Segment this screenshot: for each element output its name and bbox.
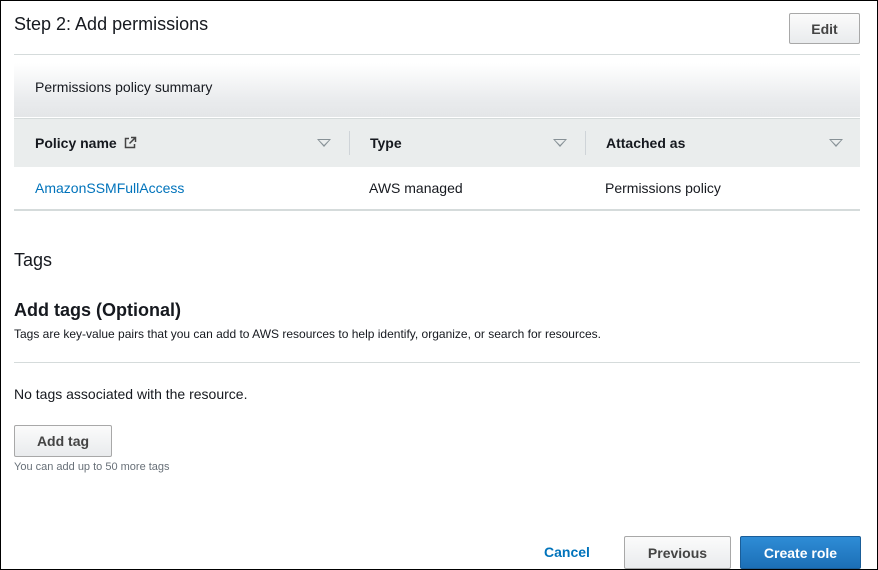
sort-caret-down-icon[interactable] bbox=[829, 139, 843, 147]
permissions-table-header: Policy name Type Attached as bbox=[14, 118, 860, 167]
no-tags-message: No tags associated with the resource. bbox=[14, 386, 248, 402]
column-label: Type bbox=[370, 135, 402, 151]
create-role-button[interactable]: Create role bbox=[740, 536, 861, 569]
column-divider bbox=[349, 131, 350, 155]
review-role-panel: Step 2: Add permissions Edit Permissions… bbox=[0, 0, 878, 570]
table-row: AmazonSSMFullAccess AWS managed Permissi… bbox=[14, 167, 860, 211]
sort-caret-down-icon[interactable] bbox=[317, 139, 331, 147]
tags-description: Tags are key-value pairs that you can ad… bbox=[14, 327, 601, 341]
divider bbox=[14, 54, 860, 55]
column-header-type[interactable]: Type bbox=[370, 119, 402, 167]
column-divider bbox=[585, 131, 586, 155]
sort-caret-down-icon[interactable] bbox=[553, 139, 567, 147]
column-header-attached-as[interactable]: Attached as bbox=[606, 119, 685, 167]
external-link-icon[interactable] bbox=[123, 136, 137, 150]
policy-type: AWS managed bbox=[369, 180, 463, 196]
policy-attached-as: Permissions policy bbox=[605, 180, 721, 196]
add-tags-title: Add tags (Optional) bbox=[14, 300, 181, 320]
edit-button[interactable]: Edit bbox=[789, 13, 860, 44]
permissions-summary-title: Permissions policy summary bbox=[35, 79, 213, 95]
permissions-summary-header: Permissions policy summary bbox=[14, 63, 860, 117]
column-header-policy-name[interactable]: Policy name bbox=[35, 119, 137, 167]
previous-button[interactable]: Previous bbox=[624, 536, 731, 569]
tags-limit-hint: You can add up to 50 more tags bbox=[14, 461, 170, 473]
cancel-button[interactable]: Cancel bbox=[544, 544, 590, 560]
column-label: Policy name bbox=[35, 135, 117, 151]
tags-section-title: Tags bbox=[14, 250, 53, 270]
step-title: Step 2: Add permissions bbox=[14, 14, 209, 34]
column-label: Attached as bbox=[606, 135, 686, 151]
divider bbox=[14, 362, 860, 363]
add-tag-button[interactable]: Add tag bbox=[14, 425, 112, 457]
policy-name-link[interactable]: AmazonSSMFullAccess bbox=[35, 180, 184, 196]
